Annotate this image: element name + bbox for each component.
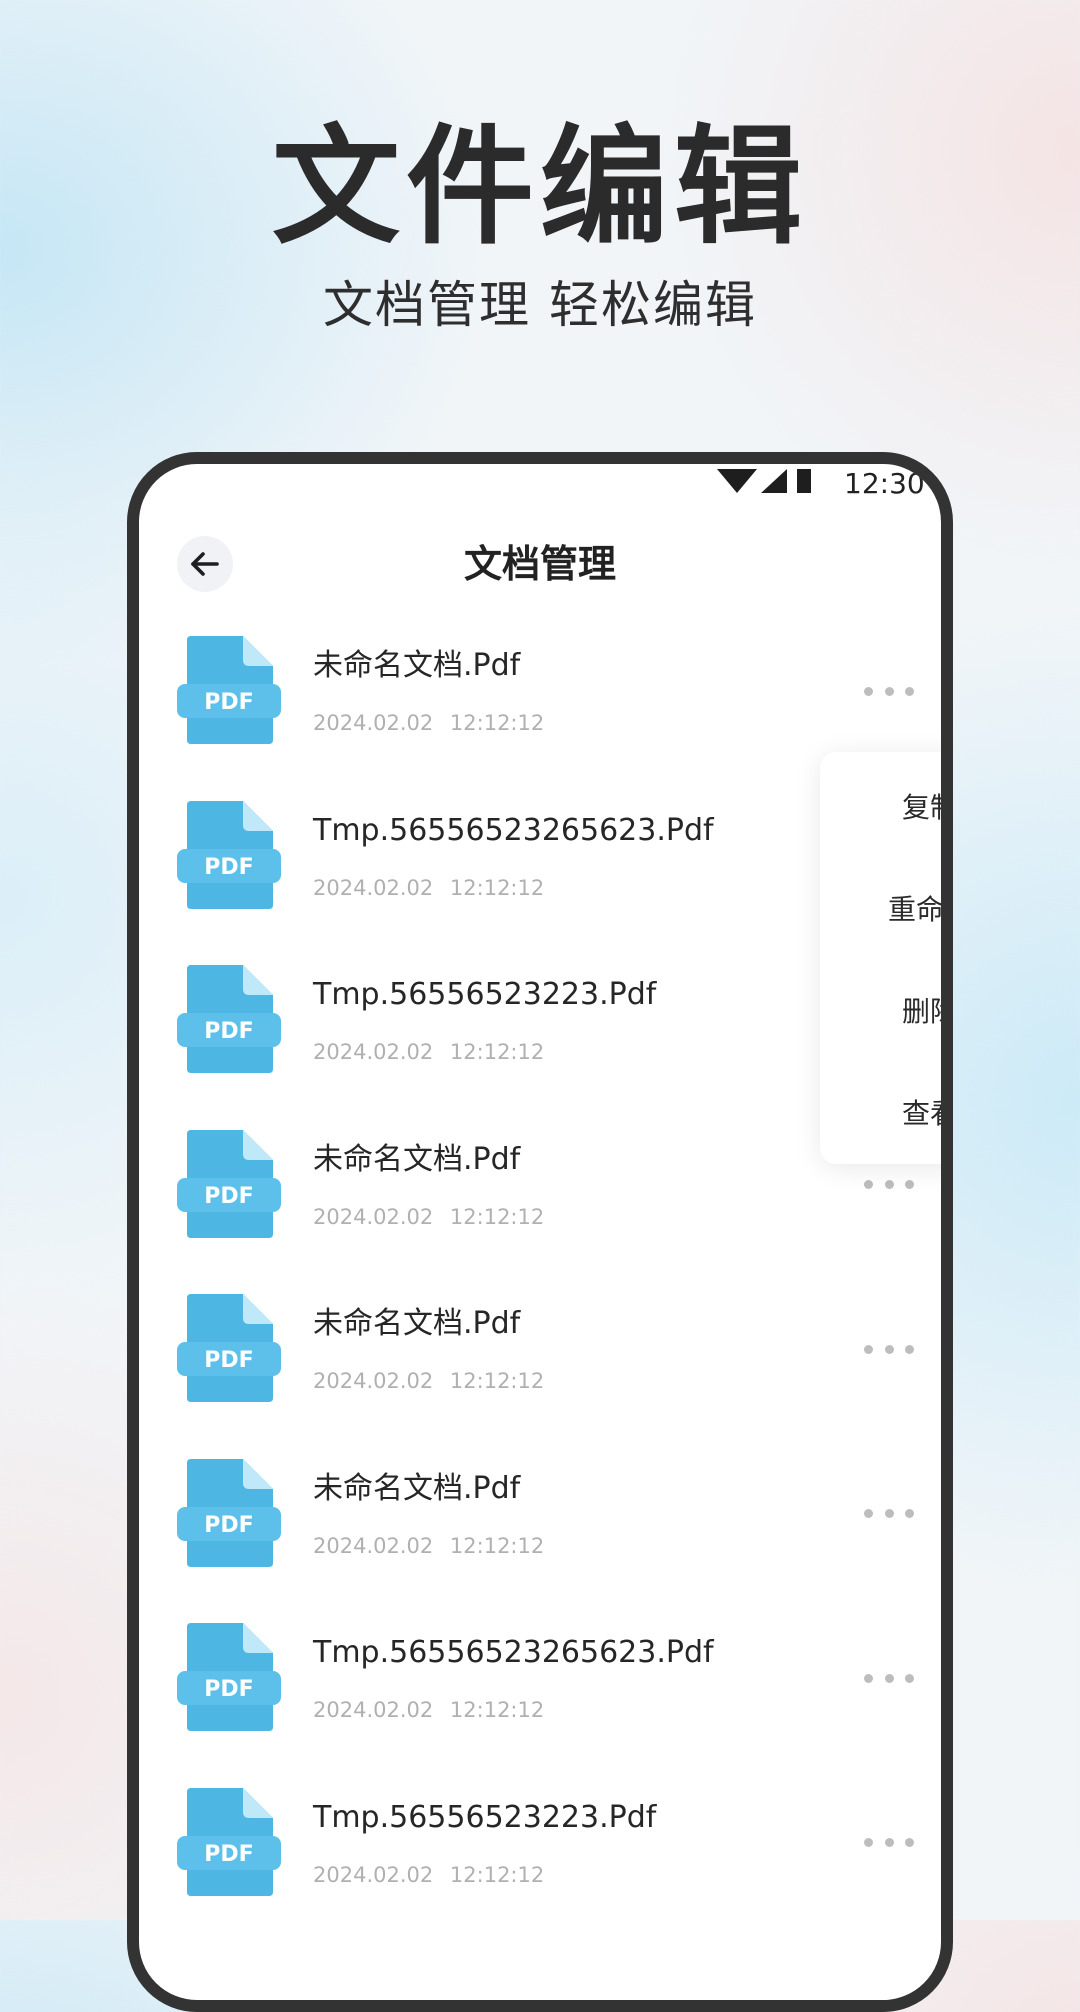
file-name: 未命名文档.Pdf — [313, 1470, 521, 1506]
file-date: 2024.02.02 12:12:12 — [313, 1533, 545, 1558]
file-date: 2024.02.02 12:12:12 — [313, 1369, 545, 1393]
menu-item-view[interactable]: 查看 — [820, 1061, 941, 1163]
file-name: 未命名文档.Pdf — [313, 1141, 521, 1177]
pdf-icon-label: PDF — [204, 690, 253, 715]
more-dots-icon — [864, 686, 873, 696]
more-options-button[interactable] — [864, 1663, 914, 1693]
file-date: 2024.02.02 12:12:12 — [313, 1862, 545, 1887]
status-time: 12:30 — [844, 467, 925, 500]
pdf-file-icon: PDF — [177, 1458, 281, 1567]
menu-item-rename[interactable]: 重命名 — [820, 857, 941, 959]
file-date: 2024.02.02 12:12:12 — [313, 875, 545, 900]
file-list-item[interactable]: PDF 未命名文档.Pdf 2024.02.02 12:12:12 — [139, 1294, 941, 1459]
file-list-item[interactable]: PDF Tmp.56556523265623.Pdf 2024.02.02 12… — [139, 1623, 941, 1788]
phone-frame: 12:30 文档管理 PDF 未命名文档.Pdf 2024.02.02 12:1… — [127, 452, 953, 2012]
file-name: Tmp.56556523265623.Pdf — [313, 812, 714, 848]
more-options-button[interactable] — [864, 1170, 914, 1200]
file-date: 2024.02.02 12:12:12 — [313, 1698, 545, 1722]
signal-wifi-battery-icon — [717, 469, 811, 493]
file-name: Tmp.56556523223.Pdf — [313, 977, 657, 1012]
more-options-button[interactable] — [864, 1499, 914, 1529]
file-name: 未命名文档.Pdf — [313, 1306, 521, 1341]
more-dots-icon — [864, 1180, 873, 1189]
pdf-file-icon: PDF — [177, 965, 281, 1073]
more-dots-icon — [864, 1344, 873, 1354]
pdf-icon-label: PDF — [204, 1348, 253, 1373]
pdf-file-icon: PDF — [177, 1129, 281, 1238]
pdf-icon-label: PDF — [204, 855, 253, 880]
file-list-item[interactable]: PDF Tmp.56556523223.Pdf 2024.02.02 12:12… — [139, 1787, 941, 1953]
pdf-icon-label: PDF — [204, 1513, 253, 1538]
file-list-item[interactable]: PDF 未命名文档.Pdf 2024.02.02 12:12:12 — [139, 1458, 941, 1624]
pdf-icon-label: PDF — [204, 1184, 253, 1209]
more-dots-icon — [864, 1509, 873, 1518]
menu-item-delete[interactable]: 删除 — [820, 959, 941, 1061]
pdf-icon-label: PDF — [204, 1842, 253, 1867]
pdf-icon-label: PDF — [204, 1019, 253, 1044]
pdf-file-icon: PDF — [177, 800, 281, 909]
hero-title: 文件编辑 — [271, 113, 808, 262]
more-options-button[interactable] — [864, 676, 914, 706]
file-name: Tmp.56556523223.Pdf — [313, 1799, 657, 1835]
pdf-file-icon: PDF — [177, 1294, 281, 1402]
file-name: 未命名文档.Pdf — [313, 648, 521, 683]
more-dots-icon — [864, 1673, 873, 1683]
file-name: Tmp.56556523265623.Pdf — [313, 1635, 714, 1670]
more-options-button[interactable] — [864, 1334, 914, 1364]
more-dots-icon — [864, 1838, 873, 1847]
menu-item-copy[interactable]: 复制 — [820, 755, 941, 857]
status-bar: 12:30 — [139, 464, 941, 504]
hero-subtitle: 文档管理 轻松编辑 — [323, 276, 757, 334]
pdf-file-icon: PDF — [177, 1787, 281, 1896]
pdf-file-icon: PDF — [177, 636, 281, 744]
file-context-menu: 复制 重命名 删除 查看 — [820, 752, 941, 1164]
screen-title: 文档管理 — [463, 542, 616, 586]
file-date: 2024.02.02 12:12:12 — [313, 1204, 545, 1229]
pdf-icon-label: PDF — [204, 1677, 253, 1702]
more-options-button[interactable] — [864, 1828, 914, 1858]
pdf-file-icon: PDF — [177, 1623, 281, 1731]
file-date: 2024.02.02 12:12:12 — [313, 1040, 545, 1064]
file-date: 2024.02.02 12:12:12 — [313, 711, 545, 735]
